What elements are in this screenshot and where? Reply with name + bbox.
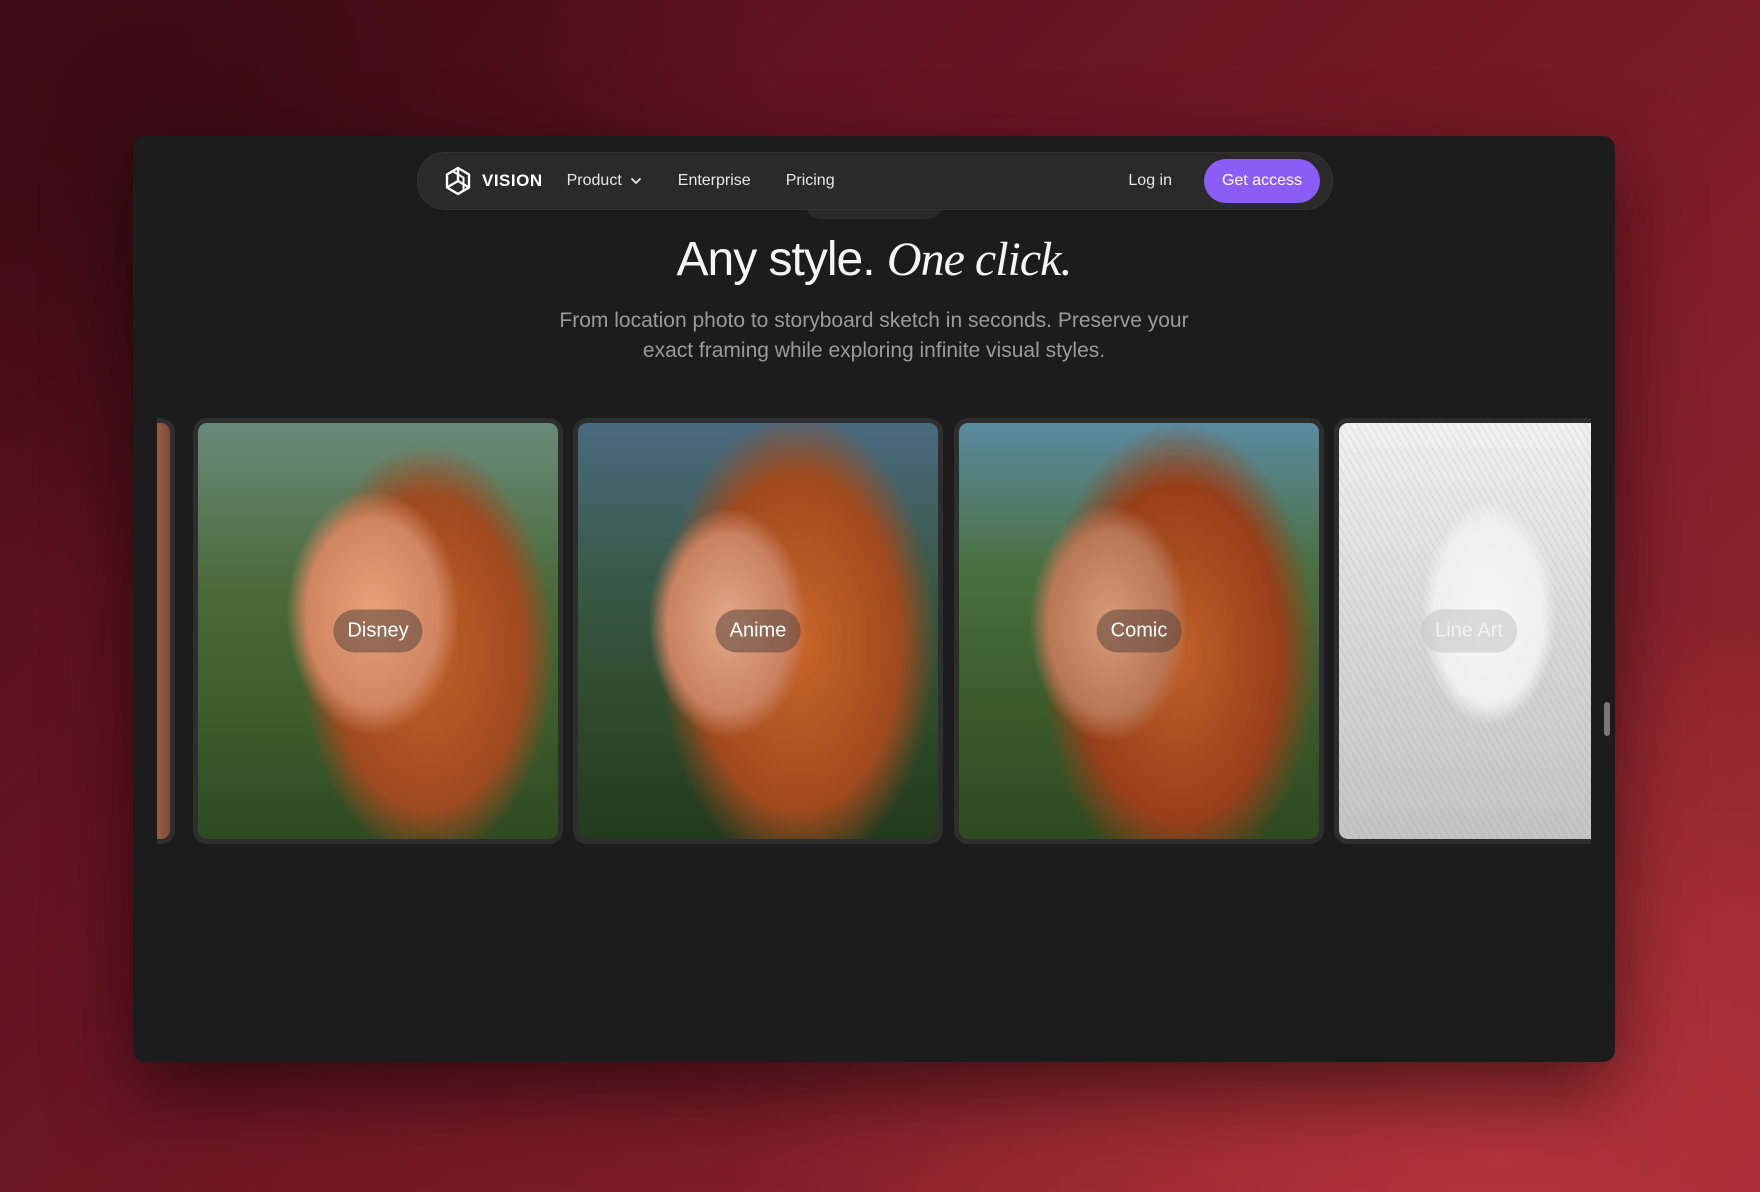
style-label: Comic (1096, 609, 1182, 653)
style-label: Disney (333, 609, 423, 653)
nav-pricing-link[interactable]: Pricing (786, 172, 835, 190)
style-label: Anime (715, 609, 801, 653)
brand-logo[interactable]: VISION (442, 165, 543, 197)
hexagon-cube-logo-icon (445, 166, 471, 196)
carousel-card-line-art[interactable]: Line Art (1334, 418, 1591, 844)
nav-product-menu[interactable]: Product (567, 172, 642, 190)
scrollbar-thumb[interactable] (1604, 702, 1610, 736)
carousel-card-partial[interactable] (157, 418, 175, 844)
carousel-card-disney[interactable]: Disney (193, 418, 563, 844)
brand-name: VISION (482, 171, 543, 190)
top-navbar: VISION Product Enterprise Pricing Log in… (417, 152, 1333, 210)
chevron-down-icon (630, 178, 641, 184)
style-label: Line Art (1421, 609, 1517, 653)
browser-window: VISION Product Enterprise Pricing Log in… (133, 136, 1615, 1062)
page-subtitle: From location photo to storyboard sketch… (559, 309, 1189, 362)
carousel-card-comic[interactable]: Comic (954, 418, 1324, 844)
get-access-button[interactable]: Get access (1204, 159, 1320, 203)
carousel-card-anime[interactable]: Anime (573, 418, 943, 844)
title-italic: One click. (886, 233, 1073, 286)
nav-product-label: Product (566, 172, 622, 189)
style-preview-image (157, 423, 170, 839)
style-carousel[interactable]: Disney Anime Comic Line Art (157, 418, 1591, 850)
nav-enterprise-link[interactable]: Enterprise (678, 172, 751, 190)
page-title: Any style. One click. (133, 232, 1615, 287)
login-link[interactable]: Log in (1128, 172, 1172, 190)
title-plain: Any style. (676, 233, 876, 286)
